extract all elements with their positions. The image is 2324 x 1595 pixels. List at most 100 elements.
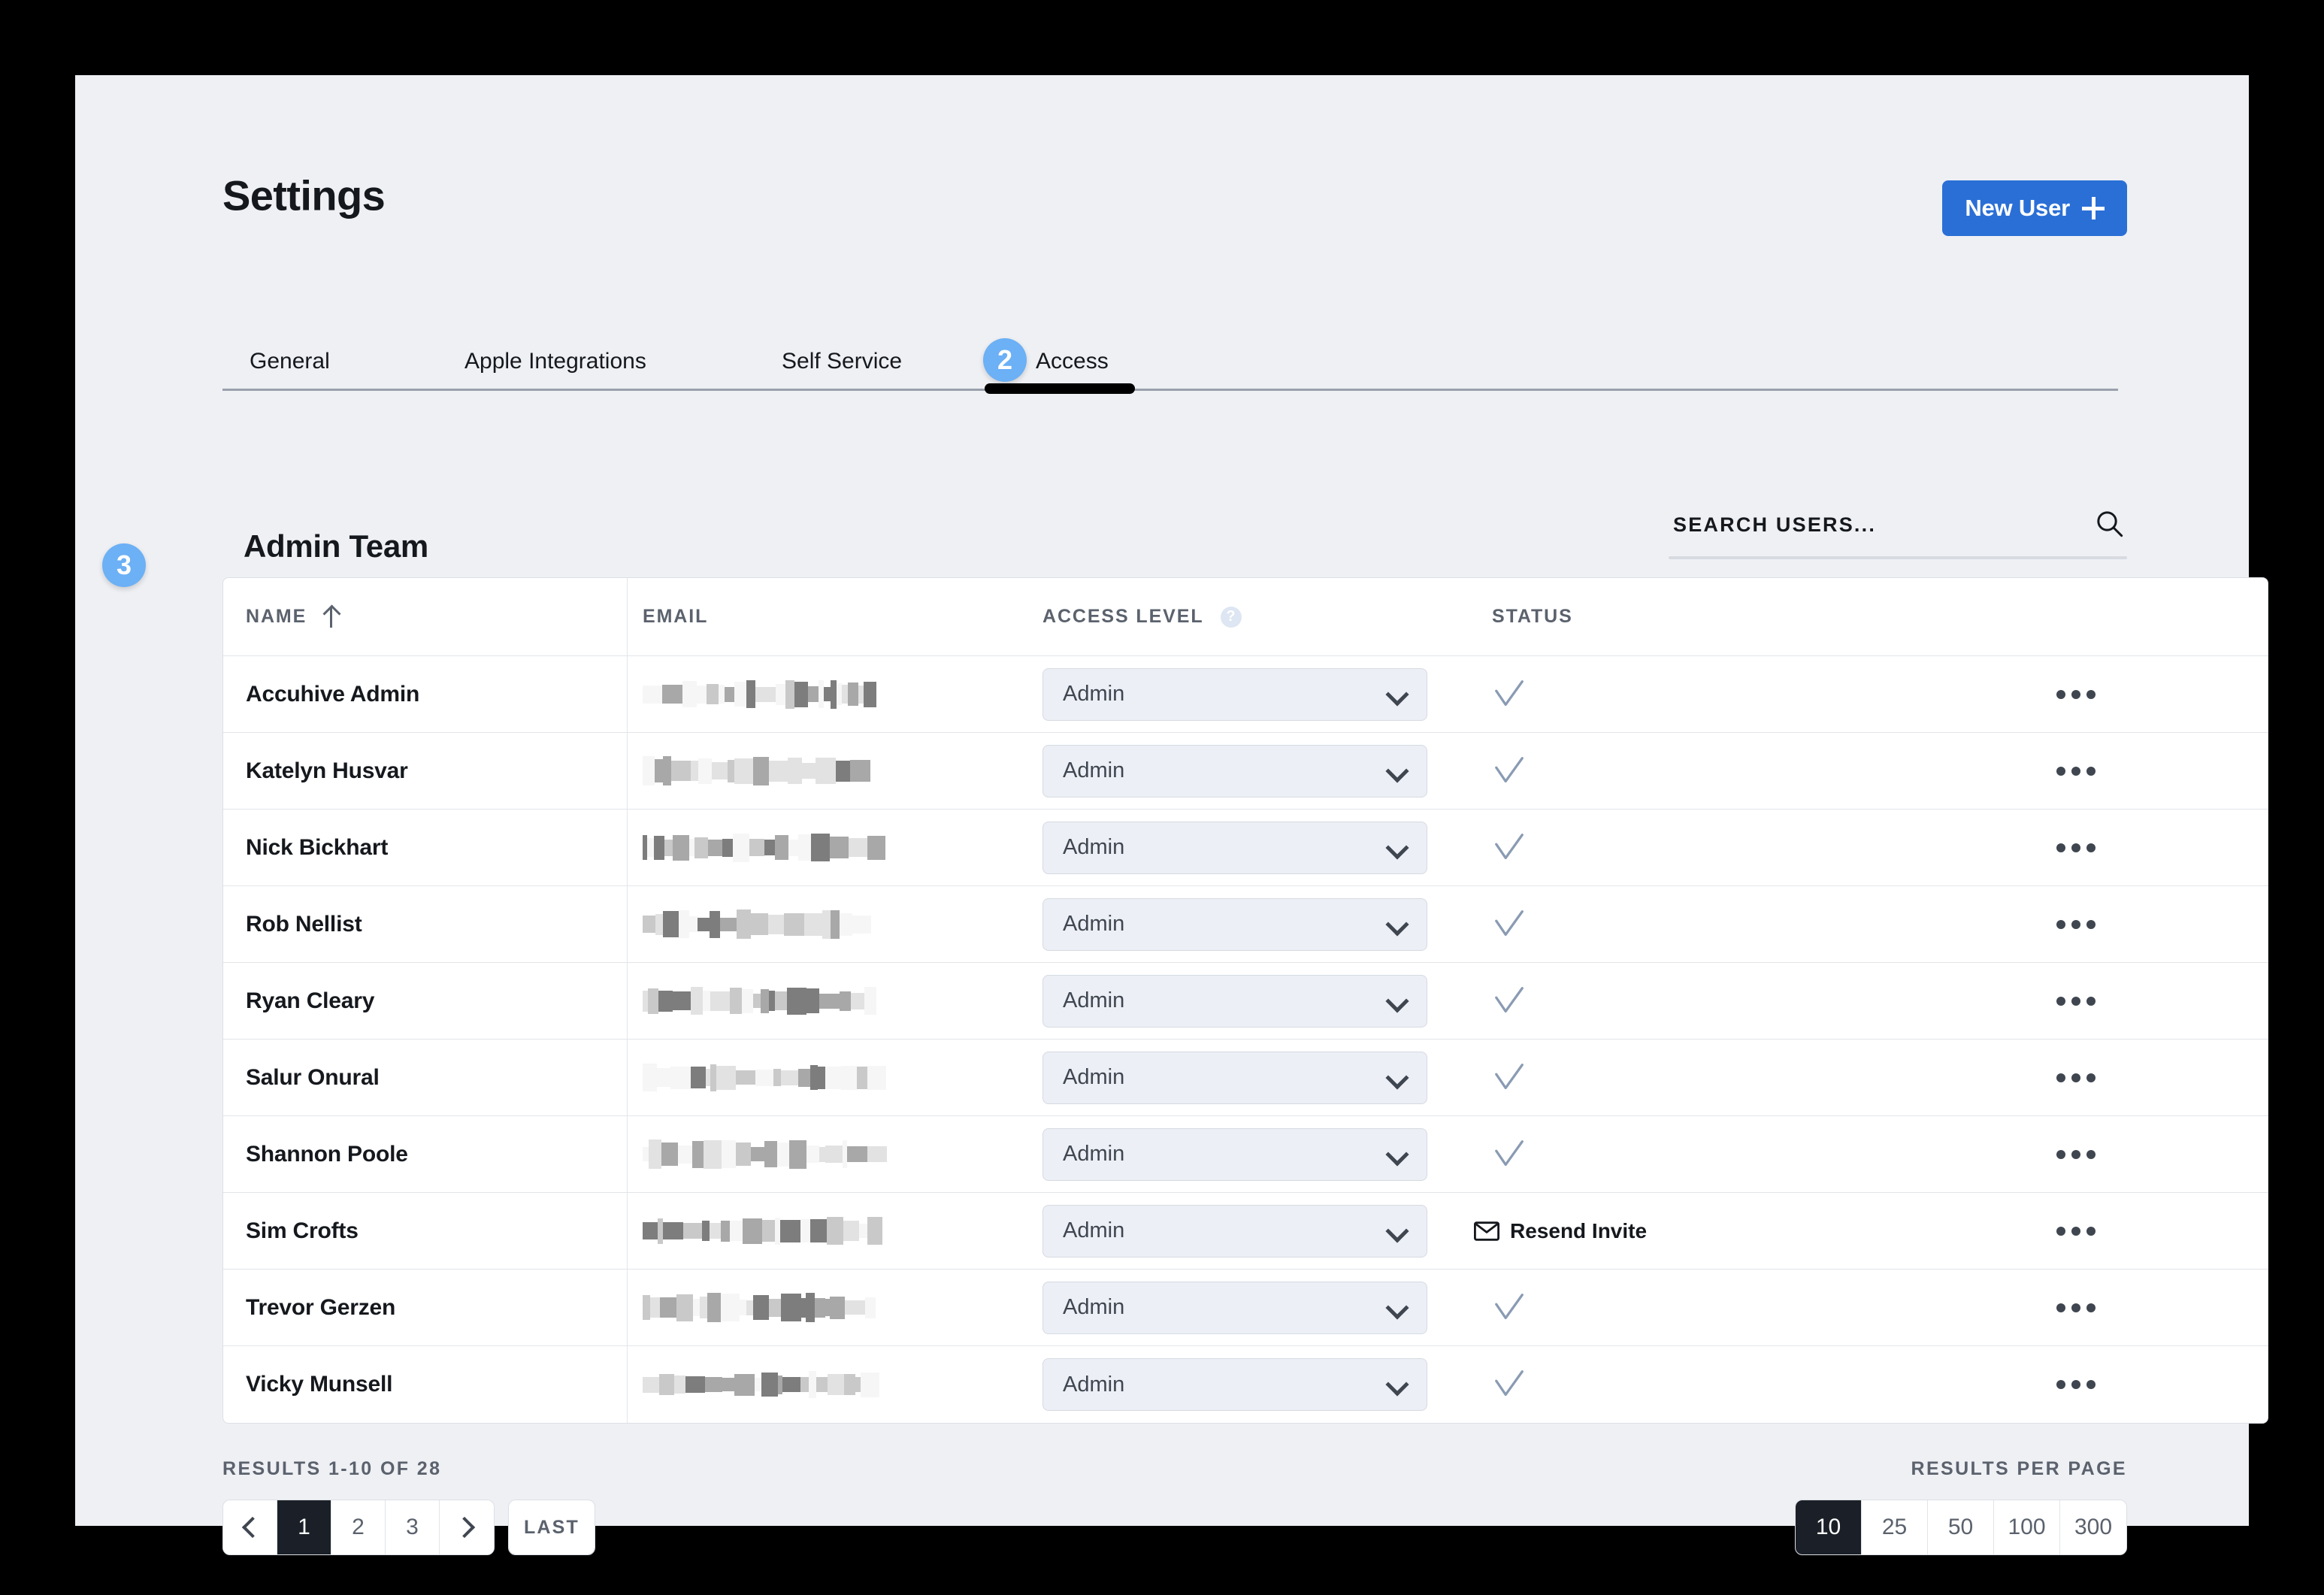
redacted-email: [643, 984, 876, 1018]
access-level-value: Admin: [1063, 1295, 1125, 1319]
plus-icon: [2082, 197, 2105, 219]
next-page-button[interactable]: [440, 1500, 494, 1554]
column-header-email: EMAIL: [643, 606, 709, 627]
column-header-access-level: ACCESS LEVEL ?: [1042, 606, 1242, 628]
access-level-select[interactable]: Admin: [1042, 821, 1427, 874]
chevron-down-icon: [1385, 1218, 1409, 1243]
results-per-page-option-100[interactable]: 100: [1994, 1500, 2060, 1554]
table-row: Sim Crofts Admin Resend Invite: [223, 1193, 2268, 1270]
results-per-page-option-300[interactable]: 300: [2060, 1500, 2126, 1554]
user-name: Rob Nellist: [246, 911, 362, 937]
access-level-select[interactable]: Admin: [1042, 1127, 1427, 1181]
row-actions-menu-icon[interactable]: [2043, 831, 2109, 864]
settings-tabs: General Apple Integrations Self Service …: [222, 323, 2118, 394]
table-row: Katelyn Husvar Admin: [223, 733, 2268, 810]
status-active-check-icon: [1495, 986, 1524, 1012]
previous-page-button[interactable]: [223, 1500, 277, 1554]
cell-access-level: Admin: [1042, 1193, 1463, 1269]
cell-actions: [1884, 1346, 2268, 1423]
access-level-value: Admin: [1063, 1372, 1125, 1397]
chevron-down-icon: [1385, 1373, 1409, 1397]
cell-status: [1463, 886, 1884, 962]
last-page-button[interactable]: LAST: [509, 1500, 595, 1554]
search-input[interactable]: [1669, 496, 2089, 553]
search-icon[interactable]: [2094, 508, 2124, 538]
cell-email: [628, 733, 1042, 809]
table-row: Salur Onural Admin: [223, 1040, 2268, 1116]
access-level-select[interactable]: Admin: [1042, 667, 1427, 721]
tab-access[interactable]: Access: [1036, 349, 1109, 374]
table-row: Shannon Poole Admin: [223, 1116, 2268, 1193]
tab-general[interactable]: General: [250, 349, 330, 374]
page-button-2[interactable]: 2: [331, 1500, 386, 1554]
cell-email: [628, 963, 1042, 1039]
table-row: Accuhive Admin Admin: [223, 656, 2268, 733]
row-actions-menu-icon[interactable]: [2043, 1368, 2109, 1401]
cell-name: Nick Bickhart: [223, 810, 628, 885]
chevron-down-icon: [1385, 682, 1409, 707]
results-per-page-option-10[interactable]: 10: [1796, 1500, 1862, 1554]
cell-status: [1463, 656, 1884, 732]
row-actions-menu-icon[interactable]: [2043, 985, 2109, 1018]
pager: 1 2 3 LAST: [222, 1500, 595, 1555]
tab-self-service[interactable]: Self Service: [782, 349, 902, 374]
row-actions-menu-icon[interactable]: [2043, 1061, 2109, 1094]
table-header-row: NAME EMAIL ACCESS LEVEL ? STATUS: [223, 578, 2268, 656]
row-actions-menu-icon[interactable]: [2043, 908, 2109, 941]
status-active-check-icon: [1495, 756, 1524, 782]
access-level-select[interactable]: Admin: [1042, 974, 1427, 1028]
chevron-down-icon: [1385, 835, 1409, 860]
cell-actions: [1884, 1116, 2268, 1192]
page-title: Settings: [222, 171, 386, 219]
cell-actions: [1884, 810, 2268, 885]
access-level-select[interactable]: Admin: [1042, 744, 1427, 798]
results-per-page-label: RESULTS PER PAGE: [1911, 1458, 2127, 1479]
resend-invite-button[interactable]: Resend Invite: [1474, 1219, 1647, 1243]
status-active-check-icon: [1495, 833, 1524, 859]
step-badge-3: 3: [102, 543, 146, 587]
access-level-select[interactable]: Admin: [1042, 1358, 1427, 1411]
row-actions-menu-icon[interactable]: [2043, 1138, 2109, 1171]
new-user-button[interactable]: New User: [1942, 180, 2127, 236]
redacted-email: [643, 754, 870, 788]
row-actions-menu-icon[interactable]: [2043, 678, 2109, 711]
row-actions-menu-icon[interactable]: [2043, 755, 2109, 788]
cell-name: Katelyn Husvar: [223, 733, 628, 809]
column-header-access-level-label: ACCESS LEVEL: [1042, 606, 1204, 627]
cell-actions: [1884, 963, 2268, 1039]
cell-status: [1463, 733, 1884, 809]
access-level-select[interactable]: Admin: [1042, 1204, 1427, 1258]
cell-email: [628, 810, 1042, 885]
access-level-select[interactable]: Admin: [1042, 1051, 1427, 1104]
mail-icon: [1474, 1221, 1499, 1241]
page-header: Settings New User: [75, 75, 2249, 256]
cell-name: Accuhive Admin: [223, 656, 628, 732]
cell-status: [1463, 1270, 1884, 1345]
results-per-page-option-25[interactable]: 25: [1862, 1500, 1928, 1554]
redacted-email: [643, 907, 871, 942]
sort-ascending-icon[interactable]: [323, 606, 338, 628]
user-name: Sim Crofts: [246, 1218, 359, 1243]
cell-name: Shannon Poole: [223, 1116, 628, 1192]
access-level-select[interactable]: Admin: [1042, 1281, 1427, 1334]
page-button-1[interactable]: 1: [277, 1500, 331, 1554]
row-actions-menu-icon[interactable]: [2043, 1215, 2109, 1248]
results-per-page-area: RESULTS PER PAGE 10 25 50 100 300: [1795, 1458, 2127, 1555]
page-button-3[interactable]: 3: [386, 1500, 440, 1554]
cell-status: Resend Invite: [1463, 1193, 1884, 1269]
pagination-area: RESULTS 1-10 OF 28 1 2 3 LAST: [222, 1458, 595, 1555]
header-cell-name[interactable]: NAME: [223, 578, 628, 655]
chevron-left-icon: [241, 1516, 263, 1539]
row-actions-menu-icon[interactable]: [2043, 1291, 2109, 1324]
tab-apple-integrations[interactable]: Apple Integrations: [464, 349, 646, 374]
cell-status: [1463, 1346, 1884, 1423]
help-icon[interactable]: ?: [1220, 606, 1242, 628]
access-level-select[interactable]: Admin: [1042, 897, 1427, 951]
cell-actions: [1884, 656, 2268, 732]
results-per-page-option-50[interactable]: 50: [1928, 1500, 1994, 1554]
user-name: Accuhive Admin: [246, 681, 420, 707]
step-badge-2: 2: [983, 338, 1027, 382]
access-level-value: Admin: [1063, 682, 1125, 706]
cell-email: [628, 1116, 1042, 1192]
user-name: Ryan Cleary: [246, 988, 375, 1013]
